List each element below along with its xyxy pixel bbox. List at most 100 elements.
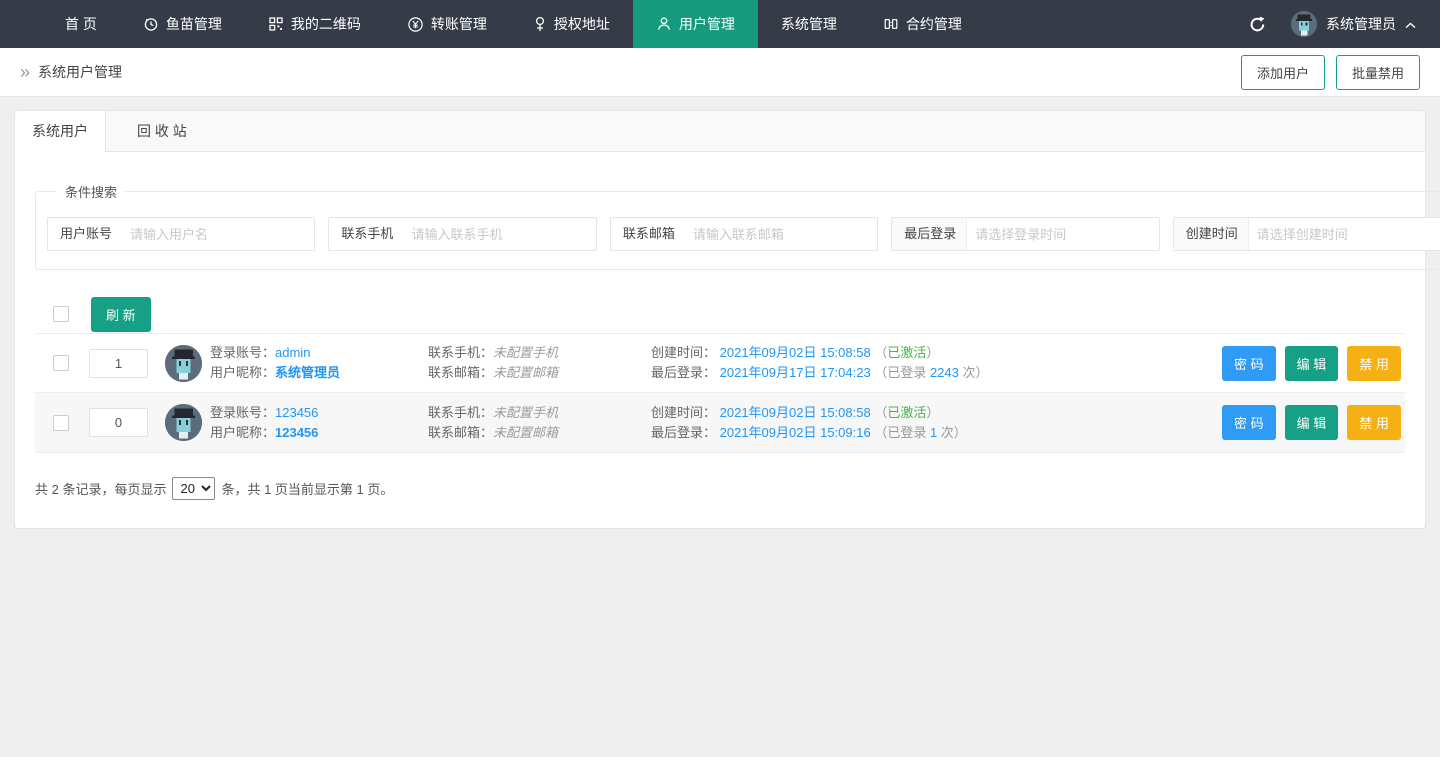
sort-order-input[interactable] <box>89 349 148 378</box>
nav-item-fry-management[interactable]: 鱼苗管理 <box>120 0 245 48</box>
account-label: 登录账号： <box>210 345 275 360</box>
search-fields-row: 用户账号 联系手机 联系邮箱 最后登录 创建时间 <box>47 217 1440 251</box>
created-label: 创建时间： <box>651 405 716 420</box>
login-count-open: （已登录 <box>874 365 930 380</box>
page-title: 系统用户管理 <box>38 62 122 82</box>
last-login-time-input[interactable] <box>967 227 1158 242</box>
field-label: 用户账号 <box>48 218 122 250</box>
user-name: 系统管理员 <box>1326 14 1396 34</box>
field-label: 联系邮箱 <box>611 218 685 250</box>
password-button[interactable]: 密 码 <box>1222 346 1276 381</box>
page-size-select[interactable]: 20 <box>172 477 215 500</box>
field-label: 联系手机 <box>329 218 403 250</box>
page-actions: 添加用户 批量禁用 <box>1241 55 1420 90</box>
main-panel: 系统用户 回 收 站 条件搜索 用户账号 联系手机 联系邮箱 <box>14 110 1426 529</box>
last-login-time: 2021年09月17日 17:04:23 <box>720 365 871 380</box>
status-activated: 已激活 <box>887 345 926 360</box>
row-checkbox[interactable] <box>53 355 69 371</box>
field-contact-email: 联系邮箱 <box>610 217 878 251</box>
disable-button[interactable]: 禁 用 <box>1347 346 1401 381</box>
qrcode-icon <box>268 16 284 32</box>
nav-item-my-qrcode[interactable]: 我的二维码 <box>245 0 384 48</box>
field-create-time: 创建时间 <box>1173 217 1440 251</box>
email-value: 未配置邮箱 <box>493 365 558 380</box>
login-count: 2243 <box>930 365 959 380</box>
nav-item-contract-management[interactable]: 合约管理 <box>860 0 985 48</box>
select-all-checkbox[interactable] <box>53 306 69 322</box>
account-link[interactable]: admin <box>275 345 310 360</box>
chevron-up-icon <box>1405 16 1416 32</box>
nav-item-label: 授权地址 <box>554 14 610 34</box>
password-button[interactable]: 密 码 <box>1222 405 1276 440</box>
batch-disable-button[interactable]: 批量禁用 <box>1336 55 1420 90</box>
disable-button[interactable]: 禁 用 <box>1347 405 1401 440</box>
user-avatar <box>1291 11 1317 37</box>
account-link[interactable]: 123456 <box>275 405 318 420</box>
nav-item-label: 首 页 <box>65 14 97 34</box>
paren-open: （ <box>874 345 887 360</box>
user-table: 刷 新 登录账号：admin 用户昵称：系统管理员 联系手机：未配置手机 联系邮… <box>35 295 1405 453</box>
sort-order-input[interactable] <box>89 408 148 437</box>
nav-item-transfer-management[interactable]: 转账管理 <box>384 0 510 48</box>
create-time-input[interactable] <box>1249 227 1440 242</box>
last-login-time: 2021年09月02日 15:09:16 <box>720 425 871 440</box>
user-menu[interactable]: 系统管理员 <box>1291 11 1416 37</box>
nav-item-authorized-address[interactable]: 授权地址 <box>510 0 633 48</box>
nickname-link[interactable]: 123456 <box>275 425 318 440</box>
clock-icon <box>143 16 159 32</box>
nav-item-user-management[interactable]: 用户管理 <box>633 0 758 48</box>
nav-right: 系统管理员 <box>1248 0 1440 48</box>
row-actions: 密 码 编 辑 禁 用 <box>1222 346 1405 381</box>
tab-system-users[interactable]: 系统用户 <box>15 111 106 152</box>
login-count-close: 次） <box>959 365 989 380</box>
row-actions: 密 码 编 辑 禁 用 <box>1222 405 1405 440</box>
search-legend: 条件搜索 <box>57 182 125 201</box>
breadcrumb-chevrons-icon: » <box>20 63 30 81</box>
nickname-label: 用户昵称： <box>210 425 275 440</box>
top-navbar: 首 页 鱼苗管理 我的二维码 转账管理 授权地址 用户管理 系统管理 合约管理 <box>0 0 1440 48</box>
user-account-input[interactable] <box>122 227 314 242</box>
location-pin-icon <box>533 16 547 33</box>
refresh-icon[interactable] <box>1248 15 1267 34</box>
phone-value: 未配置手机 <box>493 345 558 360</box>
time-cell: 创建时间： 2021年09月02日 15:08:58 （已激活） 最后登录： 2… <box>651 343 1222 383</box>
nav-item-label: 转账管理 <box>431 14 487 34</box>
last-login-label: 最后登录： <box>651 425 716 440</box>
time-cell: 创建时间： 2021年09月02日 15:08:58 （已激活） 最后登录： 2… <box>651 403 1222 443</box>
email-label: 联系邮箱： <box>428 365 493 380</box>
add-user-button[interactable]: 添加用户 <box>1241 55 1325 90</box>
field-user-account: 用户账号 <box>47 217 315 251</box>
nav-item-label: 我的二维码 <box>291 14 361 34</box>
user-icon <box>656 16 672 32</box>
account-label: 登录账号： <box>210 405 275 420</box>
field-contact-phone: 联系手机 <box>328 217 596 251</box>
nav-item-home[interactable]: 首 页 <box>42 0 120 48</box>
nickname-link[interactable]: 系统管理员 <box>275 365 340 380</box>
nav-item-label: 鱼苗管理 <box>166 14 222 34</box>
edit-button[interactable]: 编 辑 <box>1285 346 1339 381</box>
edit-button[interactable]: 编 辑 <box>1285 405 1339 440</box>
contact-cell: 联系手机：未配置手机 联系邮箱：未配置邮箱 <box>428 403 651 443</box>
field-last-login: 最后登录 <box>891 217 1159 251</box>
login-count-close: 次） <box>937 425 967 440</box>
contact-phone-input[interactable] <box>403 227 595 242</box>
tab-content: 条件搜索 用户账号 联系手机 联系邮箱 最后登录 <box>15 152 1425 528</box>
nickname-label: 用户昵称： <box>210 365 275 380</box>
created-time: 2021年09月02日 15:08:58 <box>720 405 871 420</box>
phone-label: 联系手机： <box>428 405 493 420</box>
refresh-button[interactable]: 刷 新 <box>91 297 151 332</box>
paren-close: ） <box>926 345 939 360</box>
pagination-suffix: 条，共 1 页当前显示第 1 页。 <box>221 479 393 498</box>
nav-menu: 首 页 鱼苗管理 我的二维码 转账管理 授权地址 用户管理 系统管理 合约管理 <box>0 0 985 48</box>
nav-item-system-management[interactable]: 系统管理 <box>758 0 860 48</box>
account-cell: 登录账号：123456 用户昵称：123456 <box>210 403 428 443</box>
user-avatar <box>165 345 202 382</box>
last-login-label: 最后登录： <box>651 365 716 380</box>
row-checkbox[interactable] <box>53 415 69 431</box>
tab-recycle-bin[interactable]: 回 收 站 <box>120 111 204 151</box>
tab-bar: 系统用户 回 收 站 <box>15 111 1425 152</box>
pagination: 共 2 条记录，每页显示 20 条，共 1 页当前显示第 1 页。 <box>35 477 1405 508</box>
login-count-open: （已登录 <box>874 425 930 440</box>
yen-circle-icon <box>407 16 424 33</box>
contact-email-input[interactable] <box>685 227 877 242</box>
